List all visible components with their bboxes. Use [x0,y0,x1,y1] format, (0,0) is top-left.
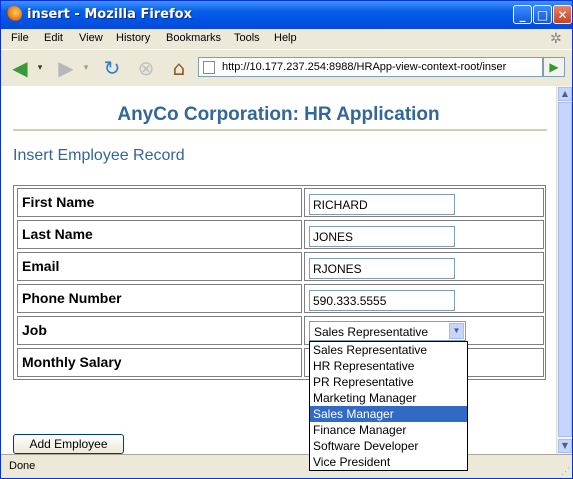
first-name-input[interactable]: RICHARD [309,194,455,215]
job-select[interactable]: Sales Representative ▼ [309,321,466,341]
firefox-icon [6,6,22,22]
job-option[interactable]: Sales Representative [310,342,467,358]
back-icon[interactable]: ◀ [7,56,33,80]
phone-label: Phone Number [22,290,122,306]
menu-bar: File Edit View History Bookmarks Tools H… [1,29,572,49]
job-label: Job [22,322,47,338]
reload-icon[interactable]: ↻ [99,56,125,80]
vertical-scrollbar[interactable]: ▲ ▼ [556,86,572,454]
job-dropdown-list: Sales Representative HR Representative P… [309,341,468,471]
forward-dropdown-icon[interactable]: ▾ [81,56,91,80]
phone-label-cell: Phone Number [17,284,302,313]
email-label: Email [22,258,60,274]
section-title: Insert Employee Record [13,147,185,164]
maximize-button[interactable]: □ [533,5,552,24]
back-dropdown-icon[interactable]: ▾ [35,56,45,80]
salary-label: Monthly Salary [22,354,122,370]
menu-edit[interactable]: Edit [44,32,63,44]
last-name-input-cell: JONES [304,220,544,249]
email-input-cell: RJONES [304,252,544,281]
first-name-label-cell: First Name [17,188,302,217]
job-label-cell: Job [17,316,302,345]
window-title: insert - Mozilla Firefox [27,7,192,22]
address-bar[interactable]: http://10.177.237.254:8988/HRApp-view-co… [198,57,543,77]
page-content: AnyCo Corporation: HR Application Insert… [1,86,556,454]
phone-input[interactable]: 590.333.5555 [309,290,455,311]
job-option[interactable]: Marketing Manager [310,390,467,406]
navigation-toolbar: ◀ ▾ ▶ ▾ ↻ ⊗ ⌂ http://10.177.237.254:8988… [1,49,572,87]
divider [13,129,547,131]
last-name-label-cell: Last Name [17,220,302,249]
app-title: AnyCo Corporation: HR Application [117,104,440,125]
menu-file[interactable]: File [11,32,29,44]
close-button[interactable]: ✕ [553,5,572,24]
first-name-input-cell: RICHARD [304,188,544,217]
scroll-down-icon[interactable]: ▼ [558,439,572,453]
job-option[interactable]: PR Representative [310,374,467,390]
scroll-thumb[interactable] [558,102,572,437]
menu-tools[interactable]: Tools [234,32,260,44]
first-name-label: First Name [22,194,95,210]
scroll-up-icon[interactable]: ▲ [558,87,572,101]
throbber-icon: ✲ [550,30,562,46]
status-bar: Done ⋰ [1,454,572,479]
status-text: Done [9,460,36,472]
last-name-input[interactable]: JONES [309,226,455,247]
forward-icon[interactable]: ▶ [53,56,79,80]
email-input[interactable]: RJONES [309,258,455,279]
go-button[interactable]: ▶ [543,57,565,77]
salary-label-cell: Monthly Salary [17,348,302,377]
job-option-highlighted[interactable]: Sales Manager [310,406,467,422]
address-text: http://10.177.237.254:8988/HRApp-view-co… [222,61,507,73]
job-select-value: Sales Representative [314,325,429,339]
menu-history[interactable]: History [116,32,150,44]
minimize-button[interactable]: _ [513,5,532,24]
resize-grip-icon[interactable]: ⋰ [561,466,570,477]
menu-view[interactable]: View [79,32,103,44]
browser-window: insert - Mozilla Firefox _ □ ✕ File Edit… [0,0,573,479]
job-option[interactable]: Vice President [310,454,467,470]
title-bar: insert - Mozilla Firefox _ □ ✕ [1,1,572,29]
page-icon [203,61,215,74]
home-icon[interactable]: ⌂ [166,56,192,80]
job-option[interactable]: Software Developer [310,438,467,454]
stop-icon[interactable]: ⊗ [133,56,159,80]
email-label-cell: Email [17,252,302,281]
phone-input-cell: 590.333.5555 [304,284,544,313]
last-name-label: Last Name [22,226,93,242]
chevron-down-icon[interactable]: ▼ [449,323,464,339]
menu-bookmarks[interactable]: Bookmarks [166,32,221,44]
add-employee-button[interactable]: Add Employee [13,434,124,454]
menu-help[interactable]: Help [274,32,297,44]
job-option[interactable]: HR Representative [310,358,467,374]
job-option[interactable]: Finance Manager [310,422,467,438]
